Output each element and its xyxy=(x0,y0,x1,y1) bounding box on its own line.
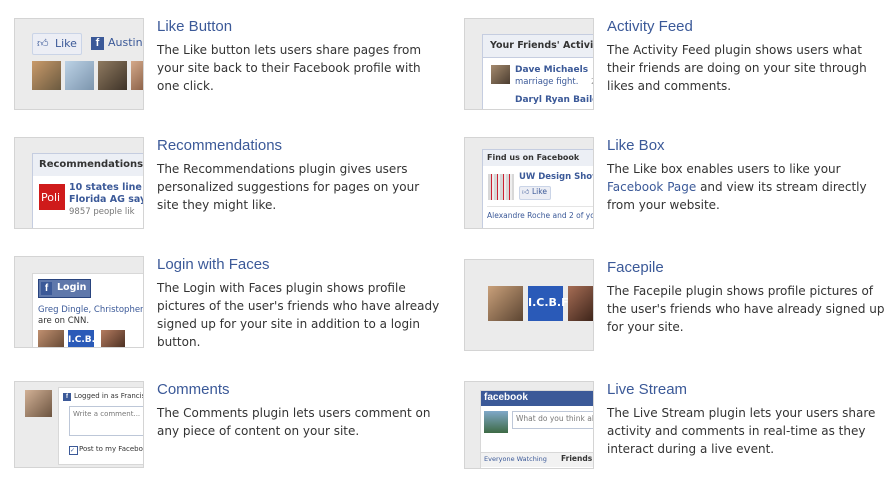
plugin-title[interactable]: Recommendations xyxy=(157,137,282,154)
plugin-description: The Like box enables users to like your … xyxy=(607,160,892,214)
plugin-description: The Like button lets users share pages f… xyxy=(157,43,422,93)
friend-photo xyxy=(98,61,127,90)
activity-meta: 22 xyxy=(591,77,593,86)
like-label: Like xyxy=(532,187,547,196)
like-label: Like xyxy=(55,37,77,50)
recommendation-headline: 10 states line u xyxy=(69,182,144,193)
facebook-f-icon: f xyxy=(91,37,104,50)
post-to-label: Post to my Facebook p xyxy=(79,445,143,453)
activity-feed-card: Your Friends' Activit Dave Michaels marr… xyxy=(482,34,594,109)
divider xyxy=(487,206,593,207)
like-box-footer: Alexandre Roche and 2 of your frie xyxy=(487,211,594,220)
user-avatar xyxy=(25,390,52,417)
facepile-preview[interactable]: I.C.B.F xyxy=(464,259,594,351)
plugin-title[interactable]: Activity Feed xyxy=(607,18,693,35)
checkbox-icon: ✓ xyxy=(69,446,78,455)
plugin-title[interactable]: Like Button xyxy=(157,18,232,35)
plugin-recommendations: Recommendations Poli 10 states line u Fl… xyxy=(14,137,444,249)
plugin-title[interactable]: Comments xyxy=(157,381,230,398)
facebook-logo: facebook xyxy=(484,392,528,403)
tab-friends: Friends xyxy=(561,454,593,463)
plugin-description: The Activity Feed plugin shows users wha… xyxy=(607,43,867,93)
live-stream-tabs: Everyone Watching Friends xyxy=(481,452,593,467)
friend-photo xyxy=(38,330,64,347)
activity-user-name: Dave Michaels xyxy=(515,65,589,75)
news-logo: Poli xyxy=(39,184,65,210)
recommendations-header: Recommendations xyxy=(33,154,143,176)
comments-preview[interactable]: f Logged in as Francis L Write a comment… xyxy=(14,381,144,468)
facebook-page-link[interactable]: Facebook Page xyxy=(607,180,696,194)
plugin-login-with-faces: f Login Greg Dingle, Christopher W are o… xyxy=(14,256,444,368)
tile-text: I.C.B.F xyxy=(68,335,102,345)
logged-in-text: Logged in as Francis L xyxy=(74,392,144,400)
plugin-activity-feed: Your Friends' Activit Dave Michaels marr… xyxy=(464,18,893,130)
comment-box: f Logged in as Francis L Write a comment… xyxy=(58,387,144,465)
like-button-preview[interactable]: 👍︎ Like f Austin xyxy=(14,18,144,110)
plugin-title[interactable]: Facepile xyxy=(607,259,664,276)
plugin-description: The Recommendations plugin gives users p… xyxy=(157,162,420,212)
friend-photo-tile: I.C.B.F xyxy=(68,330,101,347)
plugin-description: The Login with Faces plugin shows profil… xyxy=(157,281,440,349)
friend-photo xyxy=(491,65,510,84)
login-with-faces-preview[interactable]: f Login Greg Dingle, Christopher W are o… xyxy=(14,256,144,348)
facebook-f-icon: f xyxy=(41,282,52,295)
friend-photo xyxy=(32,61,61,90)
comment-textarea: Write a comment... xyxy=(69,406,143,436)
like-box-header: Find us on Facebook xyxy=(483,150,593,166)
friend-names-suffix: are on CNN. xyxy=(38,316,90,326)
plugin-description: The Facepile plugin shows profile pictur… xyxy=(607,284,885,334)
plugin-like-button: 👍︎ Like f Austin Like Button The Like bu… xyxy=(14,18,444,130)
login-button-sample: f Login xyxy=(38,279,91,298)
news-logo-text: Poli xyxy=(41,191,61,204)
description-text: The Like box enables users to like your xyxy=(607,162,841,176)
page-name: UW Design Show 2 xyxy=(519,172,593,182)
like-box-card: Find us on Facebook UW Design Show 2 👍︎ … xyxy=(482,149,594,228)
like-box-preview[interactable]: Find us on Facebook UW Design Show 2 👍︎ … xyxy=(464,137,594,229)
activity-user-name: Daryl Ryan Baile xyxy=(515,95,594,105)
plugin-comments: f Logged in as Francis L Write a comment… xyxy=(14,381,444,493)
user-photo xyxy=(484,411,508,433)
friend-photo-tile: I.C.B.F xyxy=(528,286,569,321)
live-stream-card: facebook What do you think abo Everyone … xyxy=(480,390,594,468)
plugin-title[interactable]: Live Stream xyxy=(607,381,687,398)
friend-photo xyxy=(65,61,94,90)
friend-photo xyxy=(131,61,143,90)
activity-text: marriage fight. xyxy=(515,77,579,87)
live-stream-input: What do you think abo xyxy=(512,411,594,429)
friend-photo xyxy=(568,286,593,321)
tile-text: I.C.B.F xyxy=(528,296,569,309)
login-label: Login xyxy=(57,282,87,293)
recommendations-preview[interactable]: Recommendations Poli 10 states line u Fl… xyxy=(14,137,144,229)
activity-feed-preview[interactable]: Your Friends' Activit Dave Michaels marr… xyxy=(464,18,594,110)
recommendation-meta: 9857 people lik xyxy=(69,207,135,217)
facebook-f-icon: f xyxy=(63,393,71,401)
activity-feed-header: Your Friends' Activit xyxy=(483,35,593,58)
live-stream-preview[interactable]: facebook What do you think abo Everyone … xyxy=(464,381,594,469)
recommendation-headline: Florida AG says xyxy=(69,194,144,205)
plugin-description: The Live Stream plugin lets your users s… xyxy=(607,406,876,456)
plugin-like-box: Find us on Facebook UW Design Show 2 👍︎ … xyxy=(464,137,893,249)
tab-everyone-watching: Everyone Watching xyxy=(484,455,547,463)
friend-name: Austin xyxy=(108,36,143,49)
friend-names: Greg Dingle, Christopher W xyxy=(38,305,144,315)
plugin-live-stream: facebook What do you think abo Everyone … xyxy=(464,381,893,493)
thumbs-up-icon: 👍︎ xyxy=(37,37,49,50)
plugin-title[interactable]: Login with Faces xyxy=(157,256,270,273)
login-card: f Login Greg Dingle, Christopher W are o… xyxy=(32,273,144,347)
friend-photo xyxy=(488,286,523,321)
recommendations-card: Recommendations Poli 10 states line u Fl… xyxy=(32,153,144,228)
page-photo xyxy=(488,174,514,200)
friend-photo xyxy=(101,330,125,347)
plugin-title[interactable]: Like Box xyxy=(607,137,665,154)
plugin-description: The Comments plugin lets users comment o… xyxy=(157,406,431,438)
comment-placeholder: Write a comment... xyxy=(73,410,141,418)
live-stream-header: facebook xyxy=(481,391,593,406)
plugin-facepile: I.C.B.F Facepile The Facepile plugin sho… xyxy=(464,259,893,371)
like-button-sample: 👍︎ Like xyxy=(32,33,82,55)
thumbs-up-icon: 👍︎ xyxy=(522,188,530,196)
live-stream-placeholder: What do you think abo xyxy=(516,414,594,423)
like-button-sample: 👍︎ Like xyxy=(519,186,551,200)
